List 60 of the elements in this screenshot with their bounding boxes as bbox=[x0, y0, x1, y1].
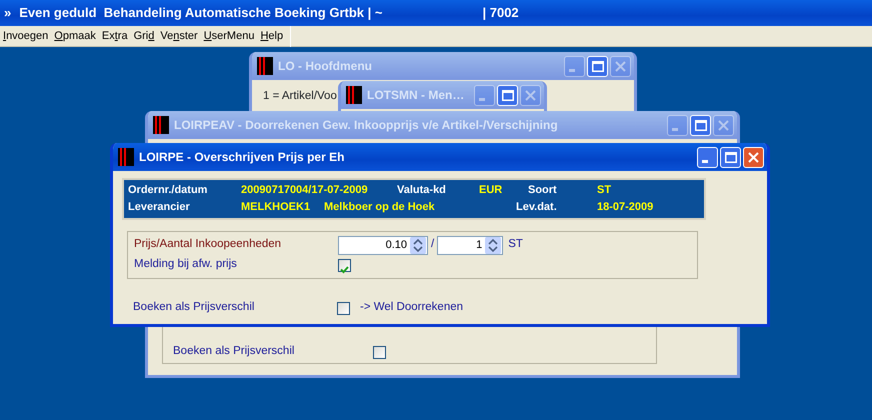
field-label: Valuta-kd bbox=[397, 183, 447, 198]
maximize-button[interactable] bbox=[587, 56, 608, 76]
minimize-icon bbox=[702, 160, 708, 163]
field-value: Melkboer op de Hoek bbox=[324, 200, 436, 216]
field-label: Soort bbox=[528, 183, 558, 198]
minimize-button[interactable] bbox=[697, 146, 718, 168]
close-icon bbox=[718, 120, 729, 130]
close-button[interactable] bbox=[743, 146, 764, 168]
app-icon bbox=[153, 116, 169, 134]
window-title: LO - Hoofdmenu bbox=[278, 58, 373, 75]
spinner-icon[interactable] bbox=[485, 236, 502, 254]
menu-item[interactable]: UserMenu bbox=[200, 28, 258, 44]
close-icon bbox=[615, 60, 626, 72]
maximize-icon bbox=[724, 152, 736, 162]
field-value: ST bbox=[597, 183, 612, 198]
field-label: Lev.dat. bbox=[516, 200, 558, 216]
app-icon bbox=[118, 148, 134, 166]
app-icon: » bbox=[4, 3, 12, 23]
menu-item[interactable]: Extra bbox=[98, 28, 131, 44]
field-value: 18-07-2009 bbox=[597, 200, 654, 216]
separator-text: / bbox=[431, 237, 434, 252]
window-title: LOIRPEAV - Doorrekenen Gew. Inkoopprijs v/e Artikel-/Verschijning bbox=[174, 117, 559, 134]
menu-item[interactable]: Venster bbox=[157, 28, 201, 44]
spinner-icon[interactable] bbox=[410, 236, 426, 254]
minimize-icon bbox=[569, 69, 575, 72]
minimize-icon bbox=[672, 128, 678, 131]
field-label: Boeken als Prijsverschil bbox=[133, 300, 256, 316]
app-icon bbox=[257, 57, 273, 75]
close-icon bbox=[748, 152, 759, 162]
minimize-icon bbox=[479, 98, 485, 101]
checkbox[interactable] bbox=[373, 346, 386, 358]
menu-item[interactable]: Grid bbox=[130, 28, 158, 44]
maximize-button[interactable] bbox=[497, 84, 518, 106]
maximize-button[interactable] bbox=[690, 114, 711, 136]
field-label: Prijs/Aantal Inkoopeenheden bbox=[134, 237, 282, 252]
hint-text: -> Wel Doorrekenen bbox=[360, 300, 464, 316]
checkbox[interactable] bbox=[337, 302, 350, 314]
maximize-icon bbox=[694, 120, 706, 130]
window-title: LOTSMN - Men… bbox=[367, 87, 466, 104]
field-label: Melding bij afw. prijs bbox=[134, 257, 238, 272]
checkbox[interactable] bbox=[338, 258, 351, 272]
maximize-button[interactable] bbox=[720, 146, 741, 168]
app-icon bbox=[346, 86, 362, 104]
maximize-icon bbox=[592, 60, 604, 72]
unit-text: ST bbox=[508, 237, 523, 252]
field-value: 20090717004/17-07-2009 bbox=[241, 183, 369, 198]
field-value: EUR bbox=[479, 183, 504, 198]
field-label: Ordernr./datum bbox=[128, 183, 208, 198]
close-icon bbox=[525, 90, 536, 100]
window-title: | 7002 bbox=[482, 4, 519, 22]
menu-item[interactable]: Help bbox=[257, 28, 286, 44]
maximize-icon bbox=[502, 90, 514, 100]
field-label: Leverancier bbox=[128, 200, 191, 216]
menu-item[interactable]: Opmaak bbox=[51, 28, 99, 44]
window-title: Even geduld Behandeling Automatische Boeking Grtbk | ~ bbox=[19, 4, 382, 22]
field-label: Boeken als Prijsverschil bbox=[173, 344, 296, 360]
menu-item[interactable]: Invoegen bbox=[0, 28, 52, 44]
menu-line[interactable]: 1 = Artikel/Voo bbox=[263, 88, 337, 106]
field-value: MELKHOEK1 bbox=[241, 200, 312, 216]
window-title: LOIRPE - Overschrijven Prijs per Eh bbox=[139, 149, 346, 166]
